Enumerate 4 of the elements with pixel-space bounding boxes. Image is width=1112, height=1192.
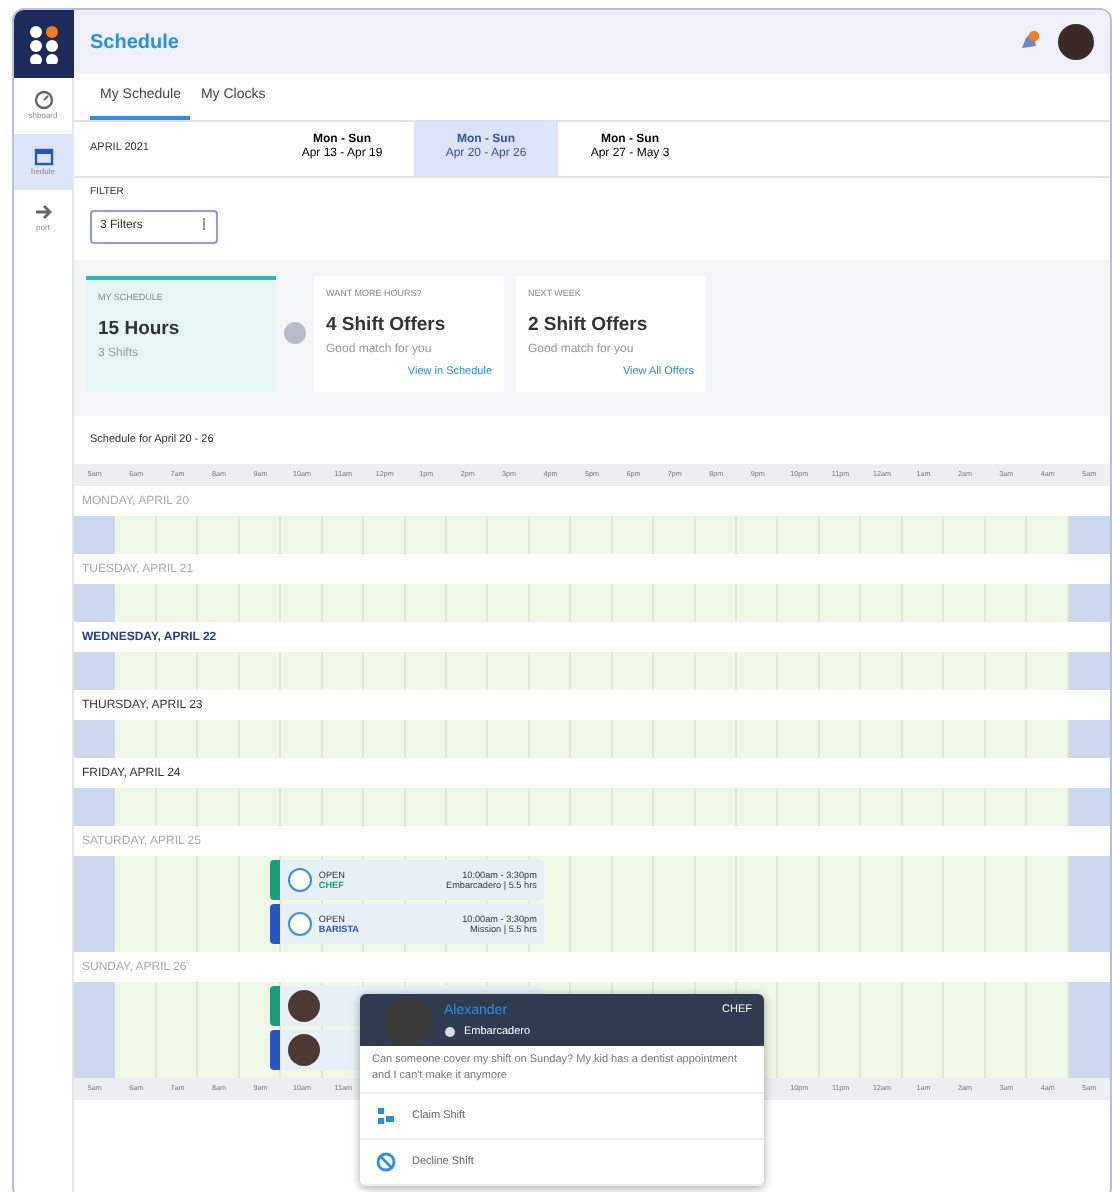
card-title: 2 Shift Offers — [528, 312, 650, 341]
page-title: Schedule — [90, 29, 179, 57]
card-title: 15 Hours — [98, 316, 182, 345]
card-title: 4 Shift Offers — [326, 312, 448, 341]
